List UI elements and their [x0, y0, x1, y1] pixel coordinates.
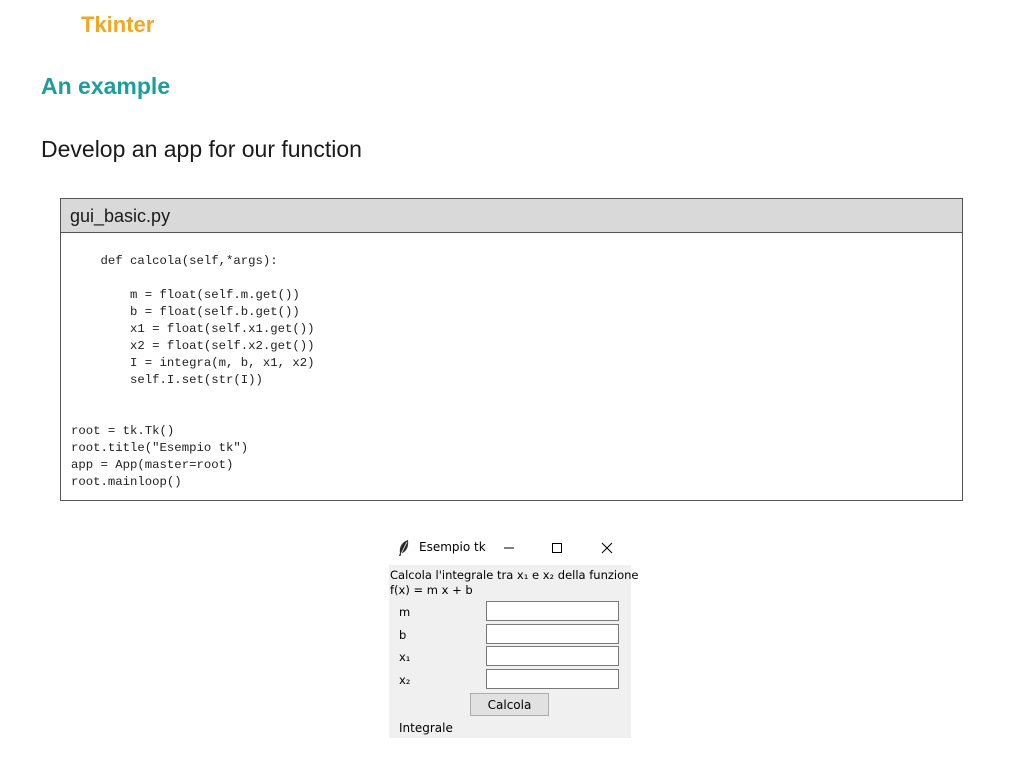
code-line: root = tk.Tk() — [71, 424, 175, 438]
code-line: x1 = float(self.x1.get()) — [71, 322, 315, 336]
label-b: b — [399, 628, 407, 642]
function-description: Calcola l'integrale tra x₁ e x₂ della fu… — [390, 568, 639, 598]
description-line: Calcola l'integrale tra x₁ e x₂ della fu… — [390, 568, 639, 582]
code-box: gui_basic.py def calcola(self,*args): m … — [60, 198, 963, 501]
code-line: b = float(self.b.get()) — [71, 305, 300, 319]
maximize-icon[interactable] — [547, 538, 567, 558]
label-x1: x₁ — [399, 650, 411, 664]
code-line: root.mainloop() — [71, 475, 182, 489]
code-line: app = App(master=root) — [71, 458, 234, 472]
label-x2: x₂ — [399, 673, 411, 687]
code-filename: gui_basic.py — [61, 199, 962, 233]
label-m: m — [399, 605, 411, 619]
code-line: I = integra(m, b, x1, x2) — [71, 356, 315, 370]
slide-heading: An example — [41, 73, 171, 99]
b-entry[interactable] — [486, 624, 619, 644]
tk-window: Esempio tk Calcola l'integrale tra x₁ e … — [389, 531, 639, 738]
code-line: self.I.set(str(I)) — [71, 373, 263, 387]
window-titlebar[interactable]: Esempio tk — [389, 531, 631, 565]
integrale-label: Integrale — [399, 721, 453, 735]
code-line: def calcola(self,*args): — [71, 254, 278, 268]
m-entry[interactable] — [486, 601, 619, 621]
code-line: x2 = float(self.x2.get()) — [71, 339, 315, 353]
code-line: m = float(self.m.get()) — [71, 288, 300, 302]
feather-icon — [397, 539, 411, 561]
slide-text: Develop an app for our function — [41, 136, 362, 162]
code-line: root.title("Esempio tk") — [71, 441, 249, 455]
x2-entry[interactable] — [486, 669, 619, 689]
code-body: def calcola(self,*args): m = float(self.… — [61, 233, 962, 491]
calcola-button[interactable]: Calcola — [470, 693, 549, 716]
minimize-icon[interactable] — [499, 538, 519, 558]
close-icon[interactable] — [597, 538, 617, 558]
x1-entry[interactable] — [486, 646, 619, 666]
section-title: Tkinter — [81, 12, 155, 37]
window-title: Esempio tk — [419, 540, 486, 554]
description-formula: f(x) = m x + b — [390, 583, 473, 597]
